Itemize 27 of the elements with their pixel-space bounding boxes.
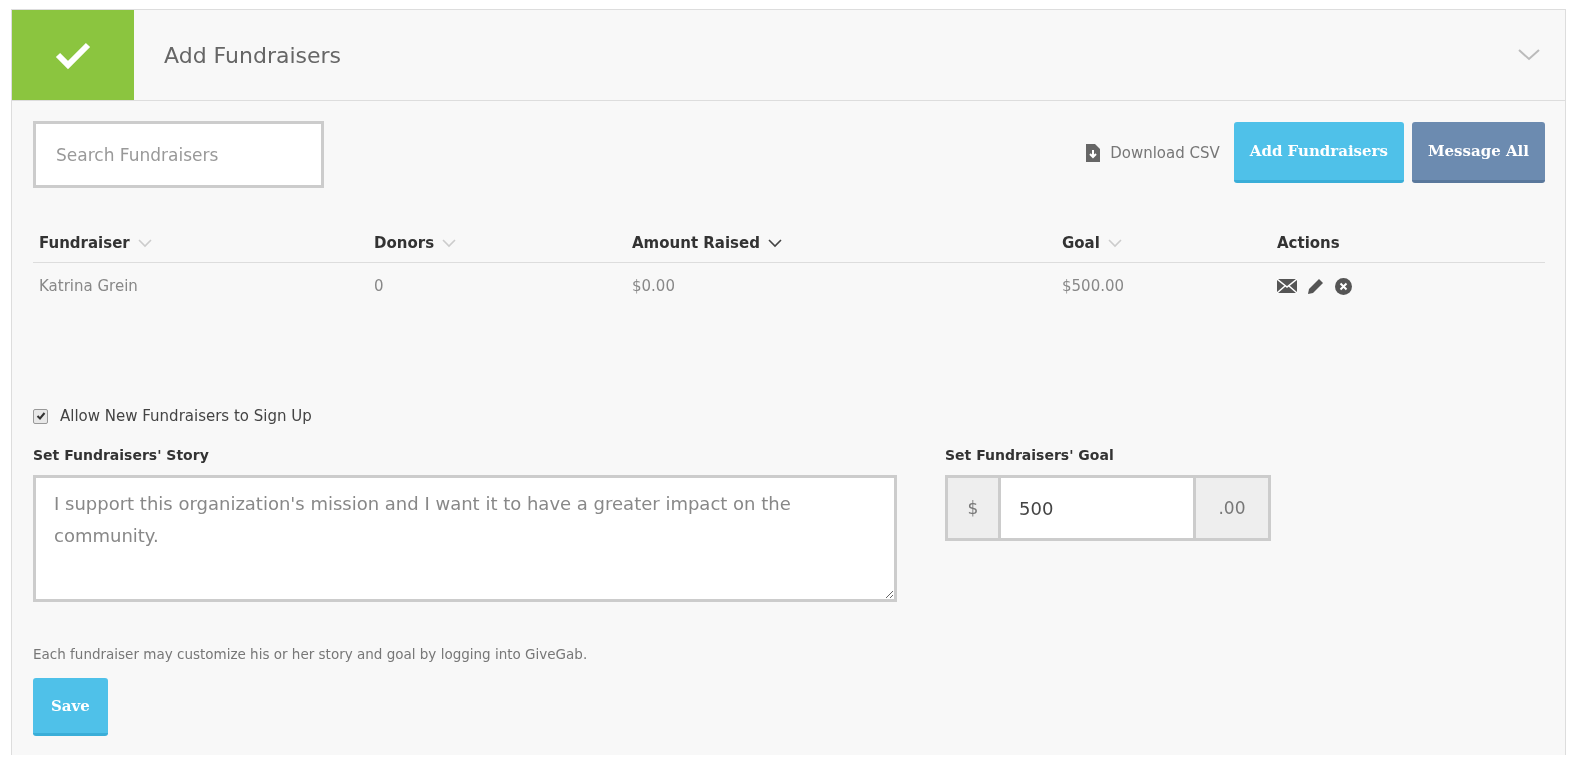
field-label: Set Fundraisers' Goal — [945, 447, 1115, 463]
column-header: Actions — [1277, 234, 1340, 252]
currency-addon: $ — [945, 475, 1001, 541]
sort-header[interactable]: Goal — [1062, 234, 1122, 252]
cents-addon: .00 — [1193, 475, 1271, 541]
table-cell-text: $0.00 — [632, 277, 676, 295]
sort-header[interactable]: Donors — [374, 234, 457, 252]
checkbox-label: Allow New Fundraisers to Sign Up — [60, 407, 312, 425]
checkbox[interactable] — [33, 408, 48, 424]
search-field[interactable]: Search Fundraisers — [33, 121, 324, 188]
goal-field[interactable]: 500 — [1001, 475, 1193, 541]
panel-title: Add Fundraisers — [163, 42, 343, 68]
pencil-icon[interactable] — [1307, 277, 1325, 295]
table-cell-text: $500.00 — [1062, 277, 1126, 295]
story-field[interactable]: I support this organization's mission and I want it to have a greater impact on the community. — [33, 475, 897, 602]
remove-icon[interactable] — [1335, 277, 1352, 295]
field-label: Set Fundraisers' Story — [33, 447, 210, 463]
help-text: Each fundraiser may customize his or her story and goal by logging into GiveGab. — [33, 646, 589, 662]
table-cell-text: 0 — [374, 277, 385, 295]
message-button[interactable]: Message All — [1411, 122, 1545, 183]
sort-header[interactable]: Amount Raised — [632, 234, 782, 252]
envelope-icon[interactable] — [1277, 278, 1297, 294]
checkmark-icon — [54, 40, 92, 70]
file-download-icon — [1086, 143, 1101, 162]
table-cell-text: Katrina Grein — [39, 277, 139, 295]
sort-header[interactable]: Fundraiser — [39, 234, 152, 252]
download-csv-link[interactable]: Download CSV — [1086, 143, 1220, 162]
